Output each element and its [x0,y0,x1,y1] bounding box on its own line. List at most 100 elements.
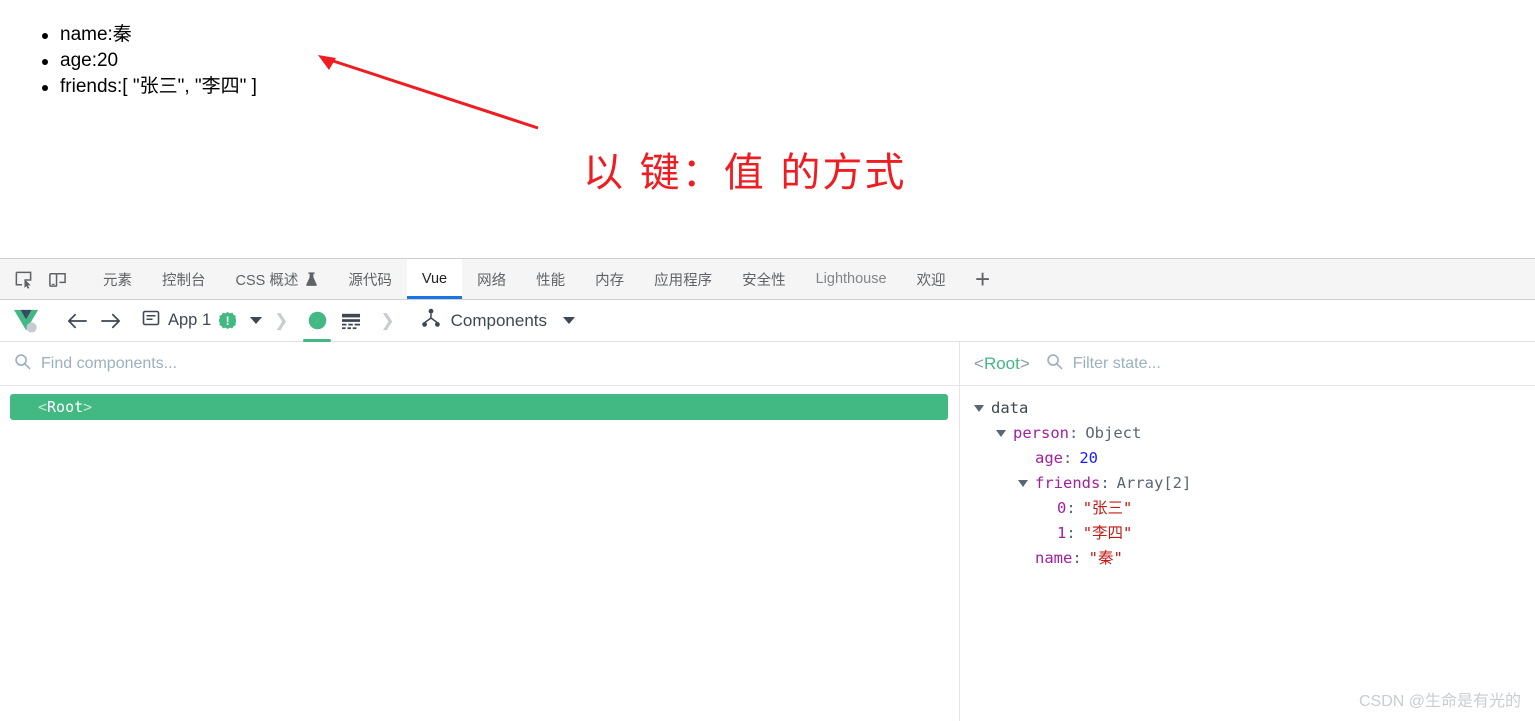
toolbar-separator-chevron-icon-2: ❯ [380,310,395,330]
caret-down-icon[interactable] [1018,480,1028,487]
state-pane: <Root> Filter state... data person: Object… [960,342,1535,721]
devtools-tabbar: 元素 控制台 CSS 概述 源代码 Vue 网络 性能 内存 应用程序 安全性 Lighthouse… [0,258,1535,300]
tab-label: 源代码 [348,272,392,289]
forward-button[interactable] [94,300,128,342]
tab-label: 内存 [595,272,625,289]
state-key: 0 [1057,499,1067,517]
person-data-list: name:秦 age:20 friends:[ "张三", "李四" ] [36,22,257,100]
app-icon [142,309,160,332]
add-tab-button[interactable]: + [961,259,1005,299]
annotation-arrow-icon [318,55,539,130]
state-tree-row[interactable]: data [960,396,1535,421]
tab-label: Lighthouse [815,271,887,287]
filter-state-row[interactable]: <Root> Filter state... [960,342,1535,386]
find-components-row[interactable]: Find components... [0,342,959,386]
tab-label: 元素 [103,272,132,289]
toolbar-separator-chevron-icon: ❯ [274,310,289,330]
list-item: age:20 [36,48,257,74]
tab-CSS 概述[interactable]: CSS 概述 [221,259,334,299]
filter-state-input[interactable]: Filter state... [1073,355,1161,373]
search-icon [14,353,31,375]
component-tree-item-label: <Root> [38,398,93,416]
tab-Vue[interactable]: Vue [406,259,463,299]
watermark: CSDN @生命是有光的 [1358,693,1521,710]
state-key-separator: : [1066,499,1076,517]
state-key: friends [1035,474,1101,492]
state-tree-row[interactable]: 1: "李四" [960,521,1535,546]
devtools-tab-list: 元素 控制台 CSS 概述 源代码 Vue 网络 性能 内存 应用程序 安全性 Lighthouse… [88,259,961,299]
app-selector-chevron-down-icon[interactable] [250,317,263,324]
tab-label: 网络 [477,272,507,289]
annotation-text: 以 键：值 的方式 [583,150,907,196]
screenshot-root: name:秦 age:20 friends:[ "张三", "李四" ] 以 键：值… [0,0,1535,721]
state-key-separator: : [1072,549,1082,567]
state-tree-row[interactable]: age:20 [960,446,1535,471]
state-value: "李四" [1082,524,1133,542]
components-tree-icon [421,308,441,333]
state-key: person [1013,424,1069,442]
state-tree-row[interactable]: person: Object [960,421,1535,446]
tab-label: 控制台 [162,272,206,289]
back-button[interactable] [60,300,94,342]
devtools-panel: 元素 控制台 CSS 概述 源代码 Vue 网络 性能 内存 应用程序 安全性 Lighthouse… [0,258,1535,721]
tab-安全性[interactable]: 安全性 [727,259,801,299]
state-value: Array[2] [1116,474,1192,492]
tab-label: 应用程序 [654,272,713,289]
vue-devtools-toolbar: App 1 ! ❯ ❯ Components [0,300,1535,342]
tab-label: CSS 概述 [235,272,299,289]
inspector-compass-icon[interactable] [300,300,334,342]
view-selector-label: Components [450,310,548,330]
state-tree: data person: Object age:20 friends: Array[2] 0… [960,386,1535,571]
state-tree-row[interactable]: friends: Array[2] [960,471,1535,496]
list-item: friends:[ "张三", "李四" ] [36,74,257,100]
tab-label: Vue [421,271,448,287]
flask-icon [305,271,318,287]
state-breadcrumb: <Root> [974,353,1030,373]
device-toolbar-icon[interactable] [40,259,74,299]
state-value: 20 [1079,449,1099,467]
tabbar-separator [74,259,88,299]
timeline-grid-icon[interactable] [334,300,368,342]
state-key: data [991,399,1029,417]
tab-欢迎[interactable]: 欢迎 [902,259,961,299]
view-selector[interactable]: Components [421,308,576,333]
app-selector-label: App 1 [168,311,212,329]
component-tree-item-root[interactable]: <Root> [10,394,948,420]
state-value: "秦" [1088,549,1123,567]
app-selector[interactable]: App 1 ! [142,309,263,332]
state-key-separator: : [1069,424,1079,442]
tab-元素[interactable]: 元素 [88,259,147,299]
caret-down-icon[interactable] [974,405,984,412]
state-value: "张三" [1082,499,1133,517]
state-key-separator: : [1063,449,1073,467]
tab-源代码[interactable]: 源代码 [333,259,407,299]
component-tree: <Root> [0,386,959,420]
tab-性能[interactable]: 性能 [521,259,580,299]
view-selector-chevron-down-icon[interactable] [563,317,576,324]
state-key: 1 [1057,524,1067,542]
tab-Lighthouse[interactable]: Lighthouse [801,259,902,299]
state-value: Object [1085,424,1142,442]
state-key: age [1035,449,1063,467]
tab-网络[interactable]: 网络 [462,259,521,299]
app-warning-badge: ! [219,312,237,329]
state-key: name [1035,549,1073,567]
tab-label: 安全性 [742,272,786,289]
state-tree-row[interactable]: 0: "张三" [960,496,1535,521]
tab-控制台[interactable]: 控制台 [147,259,221,299]
app-output-region: name:秦 age:20 friends:[ "张三", "李四" ] 以 键：值… [0,0,1535,258]
list-item: name:秦 [36,22,257,48]
state-tree-row[interactable]: name: "秦" [960,546,1535,571]
state-key-separator: : [1066,524,1076,542]
caret-down-icon[interactable] [996,430,1006,437]
tab-应用程序[interactable]: 应用程序 [639,259,727,299]
filter-search-icon [1046,353,1063,375]
tab-label: 欢迎 [916,272,946,289]
components-pane: Find components... <Root> [0,342,960,721]
tab-label: 性能 [536,272,566,289]
vue-logo-icon [12,300,42,342]
inspect-element-icon[interactable] [6,259,40,299]
find-components-input[interactable]: Find components... [41,355,177,373]
tab-内存[interactable]: 内存 [580,259,639,299]
state-key-separator: : [1100,474,1110,492]
